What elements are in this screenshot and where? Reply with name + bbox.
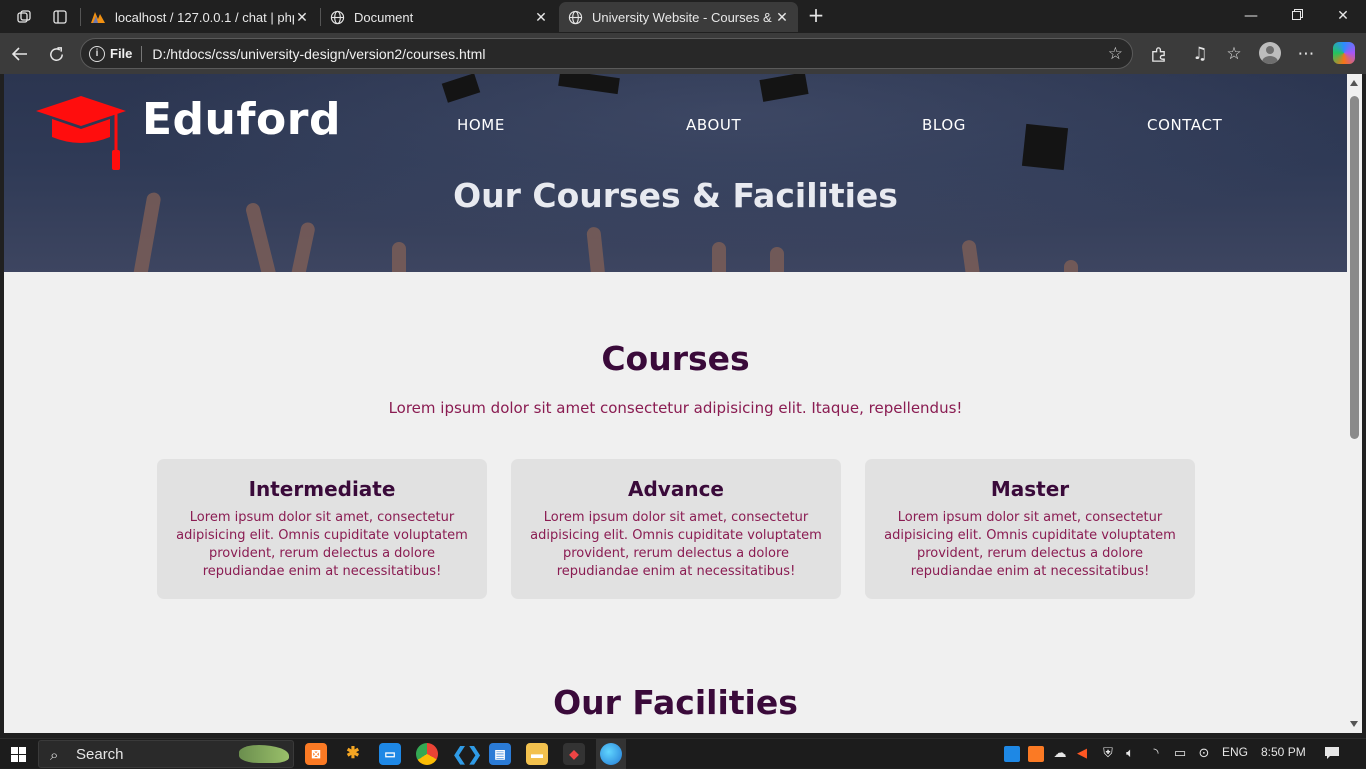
extensions-icon[interactable] bbox=[1145, 41, 1171, 67]
course-card-title: Advance bbox=[628, 477, 724, 501]
windows-start-icon[interactable] bbox=[11, 747, 26, 762]
search-highlight-image bbox=[239, 745, 289, 763]
brand-name[interactable]: Eduford bbox=[142, 94, 341, 145]
tab-title: University Website - Courses & Fa bbox=[592, 9, 774, 25]
scrollbar-thumb[interactable] bbox=[1350, 96, 1359, 439]
back-arrow-icon[interactable] bbox=[7, 41, 33, 67]
browser-tab-strip: localhost / 127.0.0.1 / chat | phpMy ✕ D… bbox=[0, 0, 1366, 33]
globe-icon bbox=[567, 9, 583, 25]
profile-avatar[interactable] bbox=[1259, 42, 1281, 64]
more-options-icon[interactable]: ⋯ bbox=[1293, 41, 1319, 67]
course-card-text: Lorem ipsum dolor sit amet, consectetur … bbox=[884, 510, 1176, 579]
search-label: Search bbox=[76, 746, 124, 763]
notepad-icon[interactable]: ▤ bbox=[489, 743, 511, 765]
phpmyadmin-icon bbox=[90, 9, 106, 25]
git-icon[interactable]: ◆ bbox=[563, 743, 585, 765]
security-shield-icon[interactable]: ⛨ bbox=[1100, 746, 1116, 762]
courses-subtitle: Lorem ipsum dolor sit amet consectetur a… bbox=[388, 399, 963, 417]
refresh-icon[interactable] bbox=[43, 41, 69, 67]
tray-arrow-icon[interactable]: ◀ bbox=[1074, 746, 1090, 762]
vscode-icon[interactable]: ❮❯ bbox=[452, 743, 482, 765]
remote-desktop-icon[interactable]: ▭ bbox=[379, 743, 401, 765]
file-explorer-icon[interactable]: ▬ bbox=[526, 743, 548, 765]
onedrive-icon[interactable]: ☁ bbox=[1052, 746, 1068, 762]
taskbar-search-box[interactable]: ⌕ Search bbox=[38, 740, 294, 768]
graduation-cap-decoration bbox=[1021, 123, 1069, 171]
courses-heading: Courses bbox=[601, 339, 750, 378]
tab-actions-icon[interactable] bbox=[49, 6, 71, 28]
site-info-icon[interactable]: i bbox=[89, 45, 105, 62]
tab-title: Document bbox=[354, 9, 414, 25]
workspaces-icon[interactable] bbox=[13, 6, 35, 28]
tray-device-icon[interactable]: ⊙ bbox=[1196, 746, 1212, 762]
edge-browser-icon[interactable] bbox=[596, 739, 626, 769]
file-scheme-badge[interactable]: File bbox=[110, 46, 132, 61]
raised-hand-decoration bbox=[1064, 260, 1078, 272]
favorite-star-icon[interactable]: ☆ bbox=[1108, 44, 1123, 64]
tab-phpmyadmin[interactable]: localhost / 127.0.0.1 / chat | phpMy ✕ bbox=[82, 2, 318, 32]
wifi-icon[interactable]: ◝ bbox=[1148, 746, 1164, 762]
graduation-cap-logo-icon[interactable] bbox=[34, 94, 129, 174]
favorites-icon[interactable]: ☆ bbox=[1221, 41, 1247, 67]
course-card-title: Master bbox=[990, 477, 1070, 501]
close-window-button[interactable]: ✕ bbox=[1320, 4, 1366, 28]
tray-xampp-icon[interactable] bbox=[1028, 746, 1044, 762]
new-tab-button[interactable]: + bbox=[805, 4, 827, 28]
minimize-button[interactable]: — bbox=[1228, 4, 1274, 28]
read-aloud-icon[interactable]: ♫ bbox=[1187, 41, 1213, 67]
nav-link-about[interactable]: ABOUT bbox=[686, 116, 741, 134]
raised-hand-decoration bbox=[770, 247, 784, 272]
address-bar[interactable]: i File D:/htdocs/css/university-design/v… bbox=[80, 38, 1133, 69]
restore-button[interactable] bbox=[1274, 4, 1320, 28]
language-indicator[interactable]: ENG bbox=[1222, 745, 1248, 759]
clock[interactable]: 8:50 PM bbox=[1261, 745, 1306, 759]
chrome-icon[interactable] bbox=[416, 743, 438, 765]
nav-link-contact[interactable]: CONTACT bbox=[1147, 116, 1222, 134]
tray-app-icon[interactable] bbox=[1004, 746, 1020, 762]
nav-link-home[interactable]: HOME bbox=[457, 116, 505, 134]
hero-banner: Eduford HOME ABOUT BLOG CONTACT Our Cour… bbox=[4, 74, 1347, 272]
close-tab-icon[interactable]: ✕ bbox=[294, 9, 310, 26]
facilities-heading: Our Facilities bbox=[553, 683, 798, 722]
course-card-text: Lorem ipsum dolor sit amet, consectetur … bbox=[176, 510, 468, 579]
course-card-intermediate: Intermediate Lorem ipsum dolor sit amet,… bbox=[157, 459, 487, 599]
copilot-icon[interactable] bbox=[1333, 42, 1355, 64]
raised-hand-decoration bbox=[712, 242, 726, 272]
page-scrollbar[interactable] bbox=[1347, 74, 1362, 733]
search-icon: ⌕ bbox=[50, 746, 59, 764]
close-tab-icon[interactable]: ✕ bbox=[533, 9, 549, 26]
scroll-up-arrow-icon[interactable] bbox=[1350, 80, 1358, 86]
notifications-icon[interactable] bbox=[1324, 746, 1340, 762]
windows-taskbar: ⌕ Search ⊠ ✱ ▭ ❮❯ ▤ ▬ ◆ ☁ ◀ ⛨ 🔈︎ ◝ ▭ ⊙ E… bbox=[0, 738, 1366, 769]
hero-title: Our Courses & Facilities bbox=[453, 176, 898, 215]
close-tab-icon[interactable]: ✕ bbox=[774, 9, 790, 26]
url-text[interactable]: D:/htdocs/css/university-design/version2… bbox=[152, 46, 485, 62]
xampp-beetle-icon[interactable]: ✱ bbox=[342, 743, 364, 765]
tab-university-courses[interactable]: University Website - Courses & Fa ✕ bbox=[559, 2, 798, 32]
browser-toolbar: i File D:/htdocs/css/university-design/v… bbox=[0, 33, 1366, 74]
xampp-icon[interactable]: ⊠ bbox=[305, 743, 327, 765]
course-card-text: Lorem ipsum dolor sit amet, consectetur … bbox=[530, 510, 822, 579]
scroll-down-arrow-icon[interactable] bbox=[1350, 721, 1358, 727]
tab-title: localhost / 127.0.0.1 / chat | phpMy bbox=[115, 9, 294, 25]
globe-icon bbox=[329, 9, 345, 25]
page-viewport: Eduford HOME ABOUT BLOG CONTACT Our Cour… bbox=[4, 74, 1347, 733]
tab-document[interactable]: Document ✕ bbox=[321, 2, 557, 32]
nav-link-blog[interactable]: BLOG bbox=[922, 116, 966, 134]
course-card-title: Intermediate bbox=[248, 477, 396, 501]
raised-hand-decoration bbox=[392, 242, 406, 272]
volume-icon[interactable]: 🔈︎ bbox=[1122, 746, 1138, 762]
battery-icon[interactable]: ▭ bbox=[1172, 746, 1188, 762]
course-card-advance: Advance Lorem ipsum dolor sit amet, cons… bbox=[511, 459, 841, 599]
course-card-master: Master Lorem ipsum dolor sit amet, conse… bbox=[865, 459, 1195, 599]
